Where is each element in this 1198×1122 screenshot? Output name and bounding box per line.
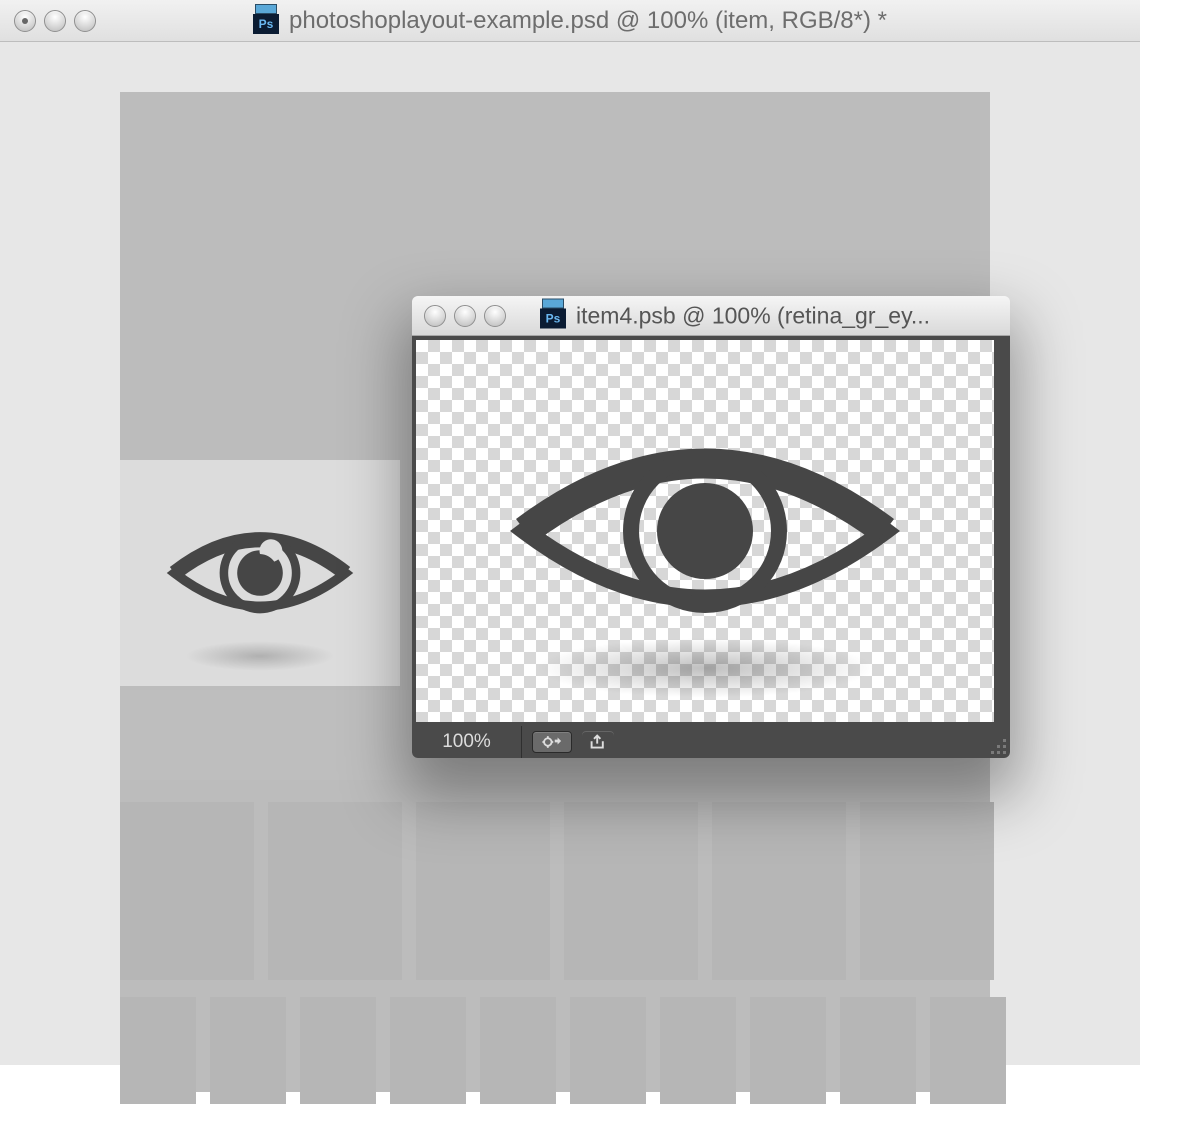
main-window-titlebar[interactable]: Ps photoshoplayout-example.psd @ 100% (i… [0,0,1140,42]
gallery-thumb[interactable] [480,997,556,1104]
gallery-thumb[interactable] [416,802,550,980]
gear-icon [542,734,562,750]
gallery-thumb[interactable] [120,997,196,1104]
eye-icon [165,516,355,631]
share-icon [588,734,608,750]
float-document-area[interactable] [412,336,1010,726]
gallery-thumb[interactable] [570,997,646,1104]
gallery-thumb[interactable] [564,802,698,980]
close-button[interactable] [14,10,36,32]
main-window-title: Ps photoshoplayout-example.psd @ 100% (i… [253,7,887,35]
zoom-button[interactable] [74,10,96,32]
float-window-titlebar[interactable]: Ps item4.psb @ 100% (retina_gr_ey... [412,296,1010,336]
gallery-thumb[interactable] [390,997,466,1104]
gallery-thumb[interactable] [860,802,994,980]
gallery-row-large [120,802,994,980]
minimize-button[interactable] [454,305,476,327]
gallery-thumb[interactable] [268,802,402,980]
float-window-title-text: item4.psb @ 100% (retina_gr_ey... [576,302,930,329]
resize-grip[interactable] [986,734,1006,754]
gallery-thumb[interactable] [930,997,1006,1104]
transparency-canvas[interactable] [416,340,994,722]
zoom-button[interactable] [484,305,506,327]
main-window-title-text: photoshoplayout-example.psd @ 100% (item… [289,7,887,35]
gallery-thumb[interactable] [210,997,286,1104]
float-window-statusbar: 100% [412,726,1010,758]
close-button[interactable] [424,305,446,327]
photoshop-file-icon: Ps [540,303,566,329]
eye-icon [505,416,905,646]
gallery-row-small [120,997,1006,1104]
window-controls [0,10,96,32]
gallery-thumb[interactable] [660,997,736,1104]
share-button[interactable] [582,731,614,753]
window-controls [412,305,506,327]
smart-object-window: Ps item4.psb @ 100% (retina_gr_ey... [412,296,1010,758]
document-info-button[interactable] [532,731,572,753]
canvas-feature-card[interactable] [120,460,400,686]
gallery-thumb[interactable] [300,997,376,1104]
gallery-thumb[interactable] [712,802,846,980]
gallery-thumb[interactable] [840,997,916,1104]
float-window-title: Ps item4.psb @ 100% (retina_gr_ey... [540,302,930,329]
gallery-thumb[interactable] [750,997,826,1104]
minimize-button[interactable] [44,10,66,32]
photoshop-file-icon: Ps [253,8,279,34]
zoom-level[interactable]: 100% [412,726,522,758]
gallery-thumb[interactable] [120,802,254,980]
